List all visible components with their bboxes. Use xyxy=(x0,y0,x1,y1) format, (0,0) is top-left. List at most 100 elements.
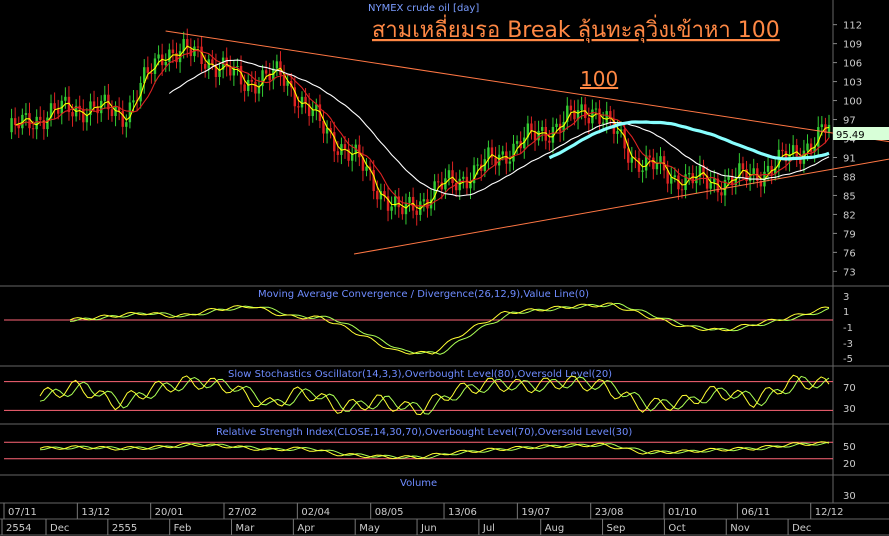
price-candle-body xyxy=(641,170,644,172)
price-candle-body xyxy=(691,173,694,184)
date-label: 07/11 xyxy=(8,507,37,518)
price-candle-body xyxy=(243,84,246,92)
price-candle-body xyxy=(555,123,558,128)
price-candle-body xyxy=(469,183,472,189)
price-candle-body xyxy=(709,182,712,189)
price-candle-body xyxy=(376,191,379,200)
price-candle-body xyxy=(46,117,49,130)
date-label: 23/08 xyxy=(595,507,624,518)
price-candle-body xyxy=(322,120,325,134)
price-candle-body xyxy=(673,175,677,178)
price-tick-label: 88 xyxy=(843,172,856,183)
price-candle-body xyxy=(164,61,167,66)
price-candle-body xyxy=(720,192,723,196)
price-candle-body xyxy=(35,116,38,130)
month-label: Sep xyxy=(607,523,626,534)
date-label: 19/07 xyxy=(521,507,550,518)
price-candle-body xyxy=(637,158,641,172)
price-candle-body xyxy=(110,109,114,117)
price-candle-body xyxy=(343,144,347,149)
price-candle-body xyxy=(781,149,784,152)
price-candle-body xyxy=(806,143,809,151)
month-label: Jul xyxy=(482,523,495,534)
price-candle-body xyxy=(680,189,684,191)
month-label: 2555 xyxy=(112,523,137,534)
price-candle-body xyxy=(766,165,770,172)
month-label: Feb xyxy=(174,523,192,534)
panel-tick-label: 70 xyxy=(843,383,856,394)
price-candle-body xyxy=(827,124,831,133)
chart-background xyxy=(0,0,889,536)
price-candle-body xyxy=(125,122,128,127)
price-tick-label: 109 xyxy=(843,40,862,51)
price-candle-body xyxy=(670,177,673,184)
price-candle-body xyxy=(264,70,268,74)
date-label: 06/11 xyxy=(741,507,770,518)
month-label: Dec xyxy=(792,523,811,534)
price-candle-body xyxy=(275,61,279,69)
panel-title: Relative Strength Index(CLOSE,14,30,70),… xyxy=(216,427,632,438)
price-candle-body xyxy=(56,108,60,114)
price-candle-body xyxy=(203,63,207,69)
price-candle-body xyxy=(580,104,583,111)
month-label: Aug xyxy=(545,523,565,534)
panel-tick-label: 30 xyxy=(843,491,856,502)
month-label: Oct xyxy=(668,523,685,534)
price-candle-body xyxy=(92,101,96,107)
price-candle-body xyxy=(171,49,175,54)
price-candle-body xyxy=(13,118,17,125)
panel-title: Volume xyxy=(400,478,437,489)
price-tick-label: 106 xyxy=(843,59,862,70)
date-label: 01/10 xyxy=(668,507,697,518)
price-candle-body xyxy=(415,210,418,215)
price-candle-body xyxy=(601,122,605,124)
last-price-label: 95.49 xyxy=(836,130,865,141)
price-candle-body xyxy=(71,112,74,117)
price-candle-body xyxy=(741,163,745,170)
price-candle-body xyxy=(297,106,300,108)
price-candle-body xyxy=(157,54,160,59)
price-candle-body xyxy=(64,96,67,101)
price-candle-body xyxy=(132,100,135,103)
annotation-title: สามเหลี่ยมรอ Break ลุ้นทะลุวิ่งเข้าหา 10… xyxy=(372,14,780,43)
price-candle-body xyxy=(146,67,150,73)
price-candle-body xyxy=(476,164,479,166)
price-candle-body xyxy=(687,173,691,175)
price-candle-body xyxy=(39,116,42,120)
date-label: 27/02 xyxy=(228,507,257,518)
price-candle-body xyxy=(512,143,515,162)
date-label: 13/12 xyxy=(81,507,110,518)
price-candle-body xyxy=(282,75,286,86)
panel-title: Slow Stochastics Oscillator(14,3,3),Over… xyxy=(228,369,612,380)
price-candle-body xyxy=(254,81,257,94)
price-candle-body xyxy=(501,151,504,155)
price-candle-body xyxy=(422,199,426,202)
panel-tick-label: -5 xyxy=(843,354,853,365)
price-candle-body xyxy=(128,102,132,123)
price-candle-body xyxy=(53,103,56,109)
month-label: Mar xyxy=(236,523,256,534)
price-candle-body xyxy=(752,168,755,175)
price-candle-body xyxy=(605,111,608,123)
price-tick-label: 73 xyxy=(843,267,856,278)
month-label: Jun xyxy=(420,523,437,534)
price-candle-body xyxy=(515,141,519,144)
price-candle-body xyxy=(408,196,411,203)
price-candle-body xyxy=(820,124,824,128)
price-candle-body xyxy=(114,107,117,117)
price-tick-label: 100 xyxy=(843,97,862,108)
price-candle-body xyxy=(569,105,573,111)
price-candle-body xyxy=(587,118,590,124)
price-tick-label: 79 xyxy=(843,229,856,240)
panel-tick-label: 1 xyxy=(843,307,849,318)
price-tick-label: 91 xyxy=(843,153,856,164)
price-candle-body xyxy=(540,126,544,131)
price-candle-body xyxy=(311,109,314,117)
month-label: Dec xyxy=(50,523,69,534)
price-candle-body xyxy=(616,131,619,134)
month-label: Apr xyxy=(297,523,315,534)
price-candle-body xyxy=(150,72,153,74)
price-tick-label: 103 xyxy=(843,78,862,89)
panel-tick-label: -1 xyxy=(843,323,853,334)
price-candle-body xyxy=(809,143,813,152)
